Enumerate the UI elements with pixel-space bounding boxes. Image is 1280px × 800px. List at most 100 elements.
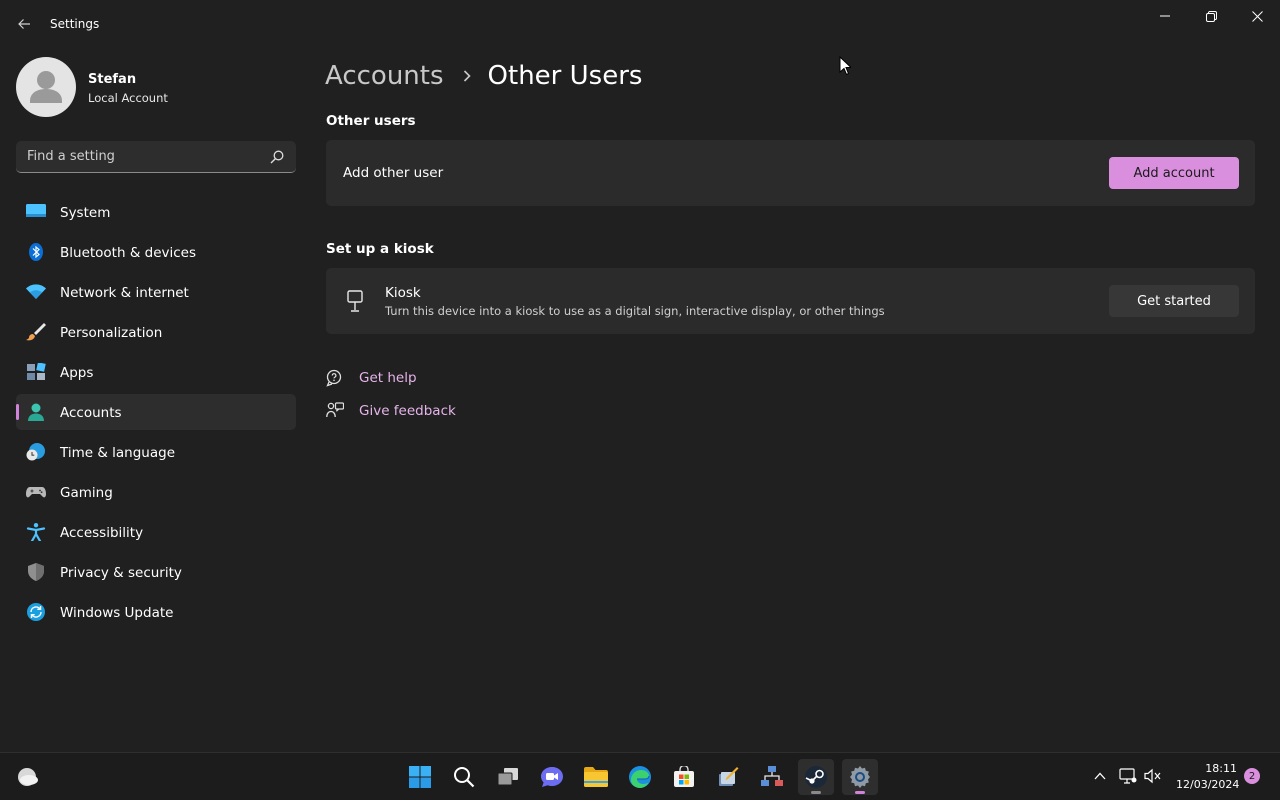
give-feedback-link[interactable]: Give feedback — [326, 400, 456, 422]
sidebar-item-label: Time & language — [60, 445, 176, 461]
kiosk-title: Kiosk — [385, 285, 421, 301]
app-title: Settings — [50, 17, 100, 31]
sidebar-item-windows-update[interactable]: Windows Update — [16, 594, 296, 630]
sidebar-item-gaming[interactable]: Gaming — [16, 474, 296, 510]
steam-icon — [805, 766, 827, 788]
close-icon — [1251, 10, 1263, 22]
sidebar-item-bluetooth[interactable]: Bluetooth & devices — [16, 234, 296, 270]
taskbar-steam-button[interactable] — [798, 759, 834, 795]
task-view-icon — [497, 768, 518, 786]
sidebar-item-accessibility[interactable]: Accessibility — [16, 514, 296, 550]
breadcrumb-parent-link[interactable]: Accounts — [325, 61, 444, 91]
add-account-button[interactable]: Add account — [1109, 157, 1239, 189]
person-avatar-icon — [30, 71, 62, 103]
back-button[interactable] — [10, 10, 38, 38]
chevron-right-icon — [463, 70, 471, 82]
sidebar-item-privacy[interactable]: Privacy & security — [16, 554, 296, 590]
gamepad-icon — [26, 487, 46, 498]
give-feedback-label: Give feedback — [359, 403, 456, 419]
bluetooth-icon — [29, 243, 43, 261]
settings-active-indicator — [855, 791, 865, 794]
search-icon — [454, 767, 475, 788]
taskbar-edge-button[interactable] — [622, 759, 658, 795]
user-profile[interactable]: Stefan Local Account — [16, 56, 296, 118]
taskbar-file-explorer-button[interactable] — [578, 759, 614, 795]
restore-icon — [1205, 10, 1217, 22]
sidebar-item-label: Apps — [60, 365, 94, 381]
sidebar-item-label: Accounts — [60, 405, 122, 421]
person-icon — [28, 403, 44, 421]
kiosk-icon — [347, 290, 363, 312]
sidebar-item-label: Network & internet — [60, 285, 189, 301]
apps-icon — [27, 363, 46, 380]
mouse-cursor-icon — [839, 56, 851, 76]
volume-button[interactable] — [1143, 765, 1163, 787]
title-bar: Settings — [0, 0, 1280, 48]
avatar — [16, 57, 76, 117]
get-help-link[interactable]: Get help — [326, 367, 417, 389]
taskbar-clock-date[interactable]: 12/03/2024 — [1176, 778, 1239, 791]
sidebar-nav: System Bluetooth & devices Network & int… — [16, 194, 296, 634]
search-icon[interactable] — [270, 150, 284, 164]
shield-icon — [28, 563, 44, 581]
taskbar-settings-button[interactable] — [842, 759, 878, 795]
notification-badge[interactable]: 2 — [1244, 768, 1260, 784]
network-monitor-icon — [1119, 768, 1137, 784]
sidebar-item-label: Windows Update — [60, 605, 174, 621]
sidebar-item-label: Gaming — [60, 485, 113, 501]
monitor-icon — [26, 204, 46, 217]
restore-button[interactable] — [1188, 0, 1234, 32]
folder-icon — [584, 767, 608, 787]
search-box[interactable] — [16, 141, 296, 173]
search-input[interactable] — [16, 141, 261, 172]
sidebar-item-label: Personalization — [60, 325, 163, 341]
close-button[interactable] — [1234, 0, 1280, 32]
store-icon — [674, 766, 694, 787]
steam-running-indicator — [811, 791, 821, 794]
taskbar-start-button[interactable] — [402, 759, 438, 795]
volume-muted-icon — [1144, 768, 1161, 784]
taskbar-search-button[interactable] — [446, 759, 482, 795]
get-started-button[interactable]: Get started — [1109, 285, 1239, 317]
kiosk-card: Kiosk Turn this device into a kiosk to u… — [326, 268, 1255, 334]
minimize-icon — [1160, 15, 1170, 17]
show-hidden-icons-button[interactable] — [1090, 765, 1110, 787]
sidebar-item-apps[interactable]: Apps — [16, 354, 296, 390]
sidebar-item-system[interactable]: System — [16, 194, 296, 230]
sidebar-item-label: Bluetooth & devices — [60, 245, 197, 261]
taskbar-clock-time[interactable]: 18:11 — [1176, 762, 1237, 775]
chevron-up-icon — [1094, 772, 1106, 780]
network-status-button[interactable] — [1118, 765, 1138, 787]
account-type: Local Account — [88, 91, 168, 105]
taskbar-store-button[interactable] — [666, 759, 702, 795]
page-title: Other Users — [487, 61, 643, 91]
taskbar-app-button[interactable] — [710, 759, 746, 795]
gear-icon — [850, 766, 870, 788]
notepad-pencil-icon — [719, 767, 739, 786]
accessibility-icon — [26, 523, 46, 541]
breadcrumb: Accounts Other Users — [325, 58, 642, 94]
kiosk-description: Turn this device into a kiosk to use as … — [385, 304, 885, 318]
globe-clock-icon — [26, 443, 45, 461]
taskbar-network-app-button[interactable] — [754, 759, 790, 795]
section-title-other-users: Other users — [326, 113, 416, 129]
chat-icon — [541, 767, 563, 787]
refresh-icon — [27, 603, 45, 621]
weather-widget-icon[interactable] — [15, 764, 41, 790]
get-help-label: Get help — [359, 370, 417, 386]
edge-browser-icon — [629, 766, 651, 788]
add-other-user-label: Add other user — [343, 165, 444, 181]
taskbar: 18:11 12/03/2024 2 — [0, 752, 1280, 800]
taskbar-task-view-button[interactable] — [490, 759, 526, 795]
back-arrow-icon — [18, 19, 30, 29]
feedback-icon — [326, 402, 344, 418]
sidebar-item-accounts[interactable]: Accounts — [16, 394, 296, 430]
sidebar-item-personalization[interactable]: Personalization — [16, 314, 296, 350]
taskbar-chat-button[interactable] — [534, 759, 570, 795]
sidebar-item-network[interactable]: Network & internet — [16, 274, 296, 310]
minimize-button[interactable] — [1142, 0, 1188, 32]
sidebar-item-label: Accessibility — [60, 525, 144, 541]
user-name: Stefan — [88, 72, 137, 87]
wifi-icon — [26, 284, 46, 299]
sidebar-item-time-language[interactable]: Time & language — [16, 434, 296, 470]
